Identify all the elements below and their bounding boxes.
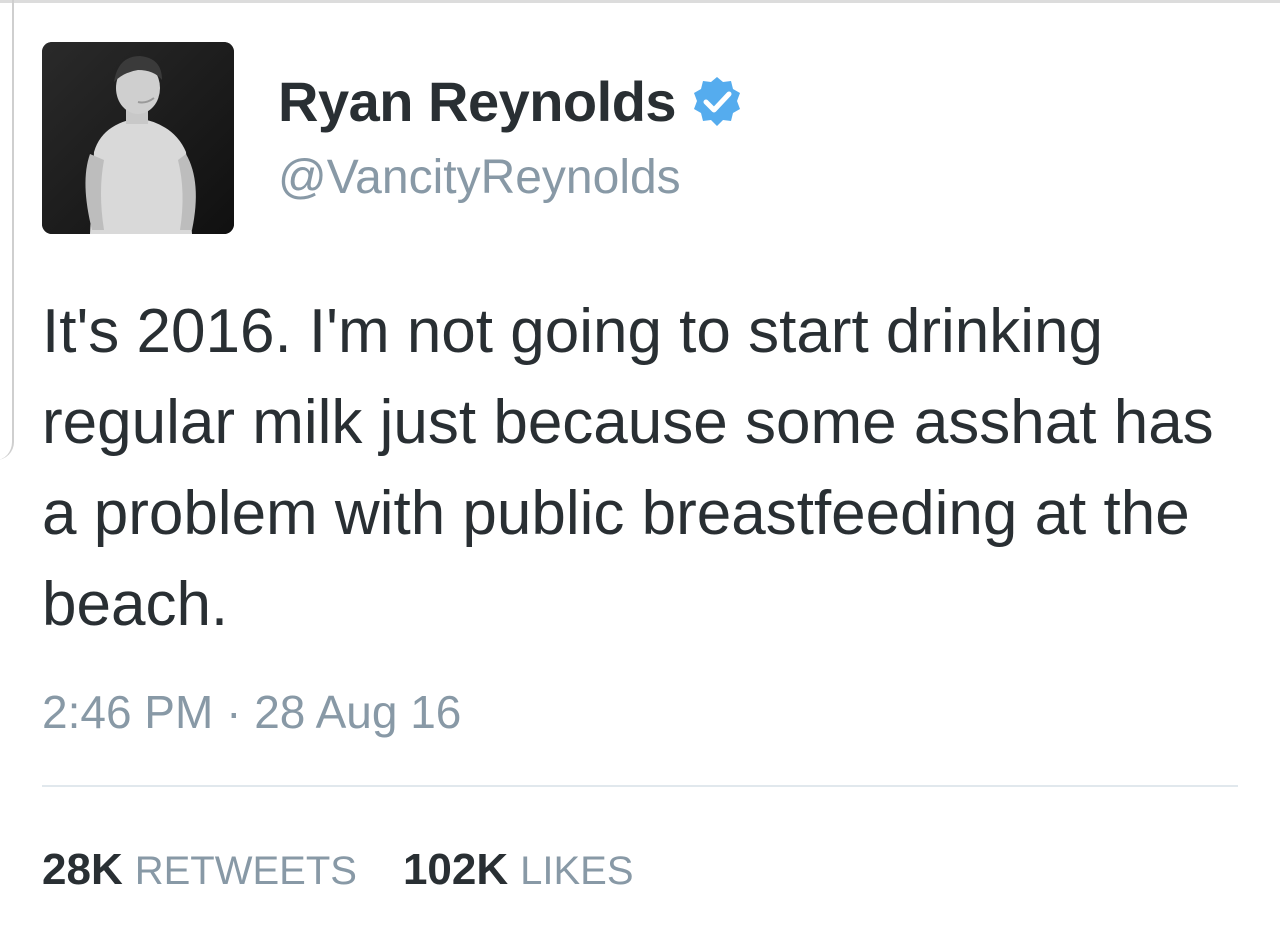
likes-label: LIKES [520,849,634,893]
retweets-label: RETWEETS [134,849,357,893]
tweet-stats: 28K RETWEETS 102K LIKES [42,848,680,892]
retweets-count: 28K [42,845,123,894]
avatar[interactable] [42,42,234,234]
author-name-row[interactable]: Ryan Reynolds [278,70,744,134]
likes-count: 102K [402,845,509,894]
verified-badge-icon [690,75,744,129]
author-display-name[interactable]: Ryan Reynolds [278,74,677,130]
likes-stat[interactable]: 102K LIKES [403,848,634,892]
avatar-photo [42,42,234,234]
top-edge-rule [0,0,1280,3]
tweet-timestamp[interactable]: 2:46 PM · 28 Aug 16 [42,689,461,735]
tweet-text: It's 2016. I'm not going to start drinki… [42,297,1214,639]
retweets-stat[interactable]: 28K RETWEETS [42,848,357,892]
author-handle[interactable]: @VancityReynolds [278,154,681,202]
divider [42,785,1238,787]
side-edge-curve [0,0,14,460]
